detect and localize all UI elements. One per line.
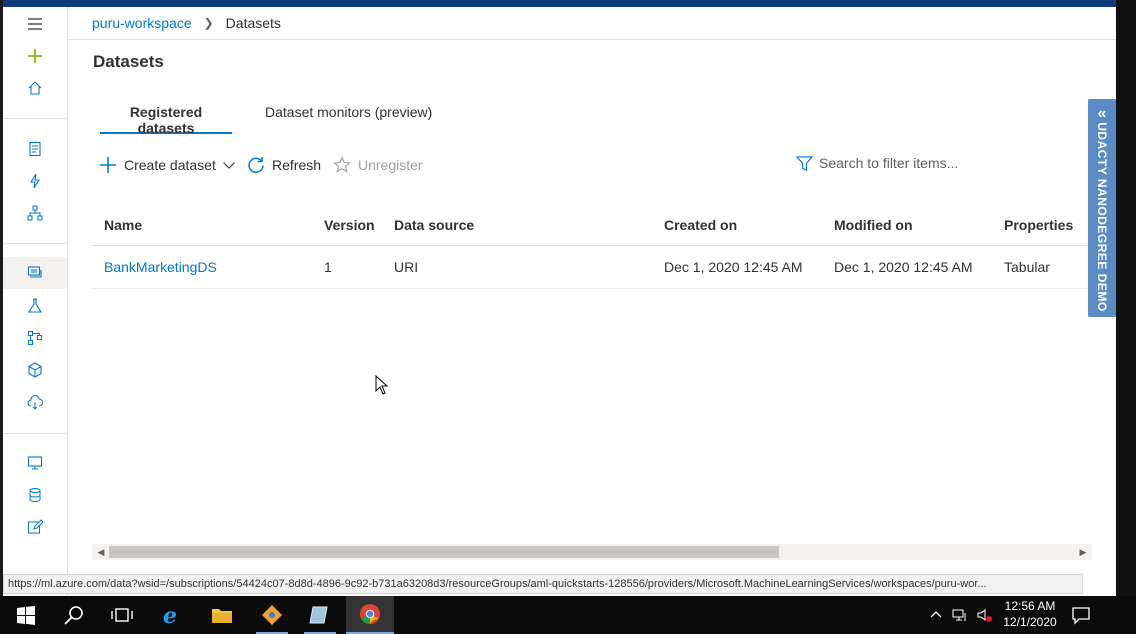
rail-divider <box>3 118 67 119</box>
chevron-down-icon <box>223 162 235 169</box>
search-filter-box[interactable]: Search to filter items... <box>796 153 958 173</box>
experiments-icon[interactable] <box>25 296 45 316</box>
rail-divider <box>3 433 67 434</box>
volume-muted-icon[interactable] <box>976 607 992 623</box>
search-icon <box>64 606 83 625</box>
chrome-button[interactable] <box>346 596 394 634</box>
dataset-properties: Tabular <box>1004 259 1050 275</box>
taskbar-clock[interactable]: 12:56 AM 12/1/2020 <box>1000 598 1060 630</box>
endpoints-icon[interactable] <box>25 392 45 412</box>
pipelines-icon[interactable] <box>25 328 45 348</box>
menu-icon[interactable] <box>25 14 45 34</box>
svg-text:e: e <box>163 603 177 627</box>
chrome-icon <box>360 604 380 625</box>
task-view-icon <box>111 608 133 622</box>
scrollbar-thumb[interactable] <box>109 546 779 558</box>
horizontal-scrollbar[interactable]: ◀ ▶ <box>92 544 1092 560</box>
notebook-icon[interactable] <box>25 139 45 159</box>
refresh-label: Refresh <box>272 157 322 173</box>
clock-date: 12/1/2020 <box>1003 615 1057 629</box>
tab-dataset-monitors[interactable]: Dataset monitors (preview) <box>265 104 432 134</box>
search-input-placeholder[interactable]: Search to filter items... <box>819 155 958 171</box>
datasets-table: Name Version Data source Created on Modi… <box>92 204 1092 289</box>
azure-app-button[interactable] <box>296 596 344 634</box>
refresh-button[interactable]: Refresh <box>247 155 321 175</box>
column-header-modified-on[interactable]: Modified on <box>834 204 913 245</box>
dataset-created-on: Dec 1, 2020 12:45 AM <box>664 259 803 275</box>
double-chevron-left-icon[interactable]: « <box>1092 105 1112 123</box>
task-view-button[interactable] <box>98 596 146 634</box>
plus-icon <box>100 157 116 173</box>
scroll-left-arrow-icon[interactable]: ◀ <box>96 547 106 557</box>
search-button[interactable] <box>50 596 98 634</box>
filter-icon <box>796 155 813 171</box>
dataset-version: 1 <box>324 259 332 275</box>
folder-icon <box>212 609 232 623</box>
column-header-version[interactable]: Version <box>324 204 375 245</box>
left-nav-rail <box>3 7 68 596</box>
models-icon[interactable] <box>25 360 45 380</box>
column-header-name[interactable]: Name <box>104 204 142 245</box>
create-dataset-label: Create dataset <box>124 157 216 173</box>
unregister-button[interactable]: Unregister <box>333 155 423 175</box>
datasets-icon[interactable] <box>25 263 45 283</box>
add-icon[interactable] <box>25 46 45 66</box>
system-tray <box>928 596 1000 634</box>
column-header-data-source[interactable]: Data source <box>394 204 474 245</box>
internet-explorer-icon: e <box>163 603 177 627</box>
dataset-name-link[interactable]: BankMarketingDS <box>104 246 217 288</box>
dataset-modified-on: Dec 1, 2020 12:45 AM <box>834 259 973 275</box>
breadcrumb-current: Datasets <box>225 15 281 31</box>
notifications-icon[interactable] <box>1070 604 1092 626</box>
side-banner-text: UDACTY NANODEGREE DEMO <box>1095 122 1109 312</box>
windows-taskbar: e 12:56 AM 12/1/2020 <box>0 596 1136 634</box>
file-explorer-button[interactable] <box>198 596 246 634</box>
status-bar-url: https://ml.azure.com/data?wsid=/subscrip… <box>3 574 1083 594</box>
datastores-icon[interactable] <box>25 485 45 505</box>
refresh-icon <box>248 157 264 174</box>
table-header-row: Name Version Data source Created on Modi… <box>92 204 1092 246</box>
git-icon <box>262 605 282 625</box>
window-edge <box>1116 0 1136 596</box>
column-header-properties[interactable]: Properties <box>1004 204 1073 245</box>
internet-explorer-button[interactable]: e <box>148 596 196 634</box>
azure-app-icon <box>309 606 328 624</box>
windows-logo-icon <box>17 606 35 625</box>
automl-icon[interactable] <box>25 171 45 191</box>
browser-page: puru-workspace ❯ Datasets Datasets Regis… <box>3 0 1116 596</box>
designer-icon[interactable] <box>25 203 45 223</box>
breadcrumb-workspace-link[interactable]: puru-workspace <box>92 15 192 31</box>
git-app-button[interactable] <box>248 596 296 634</box>
side-banner[interactable]: « UDACTY NANODEGREE DEMO <box>1088 99 1116 317</box>
mouse-cursor-icon <box>375 375 389 395</box>
clock-time: 12:56 AM <box>1004 599 1056 613</box>
star-icon <box>333 156 351 173</box>
column-header-created-on[interactable]: Created on <box>664 204 737 245</box>
page-title: Datasets <box>93 52 164 71</box>
chevron-right-icon: ❯ <box>203 16 214 30</box>
home-icon[interactable] <box>25 78 45 98</box>
network-icon[interactable] <box>952 607 968 623</box>
top-accent-bar <box>3 0 1116 7</box>
tab-registered-datasets[interactable]: Registered datasets <box>100 104 232 136</box>
start-button[interactable] <box>2 596 50 634</box>
chevron-up-icon[interactable] <box>928 607 944 623</box>
scroll-right-arrow-icon[interactable]: ▶ <box>1078 547 1088 557</box>
dataset-data-source: URI <box>394 259 419 275</box>
breadcrumb: puru-workspace ❯ Datasets <box>68 7 1116 40</box>
table-row[interactable]: BankMarketingDS 1 URI Dec 1, 2020 12:45 … <box>92 246 1092 289</box>
labeling-icon[interactable] <box>25 517 45 537</box>
create-dataset-button[interactable]: Create dataset <box>99 155 236 175</box>
compute-icon[interactable] <box>25 453 45 473</box>
rail-divider <box>3 243 67 244</box>
unregister-label: Unregister <box>358 157 423 173</box>
